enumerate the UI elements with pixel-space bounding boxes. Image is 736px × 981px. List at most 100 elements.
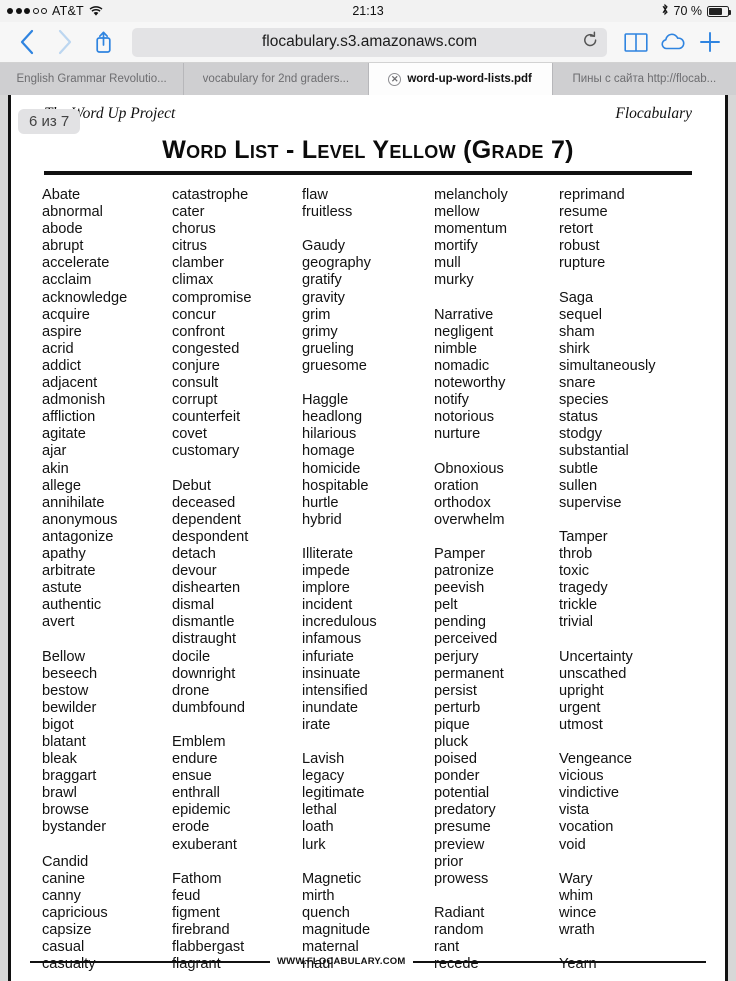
tab-0[interactable]: English Grammar Revolutio...	[0, 63, 185, 95]
word-item: subtle	[559, 460, 598, 477]
word-item: corrupt	[172, 392, 218, 409]
word-item: grueling	[302, 340, 354, 357]
word-item: Lavish	[302, 751, 345, 768]
word-item: prowess	[434, 870, 489, 887]
word-group-spacer	[172, 854, 302, 871]
word-item: compromise	[172, 289, 252, 306]
tab-1[interactable]: vocabulary for 2nd graders...	[184, 63, 369, 95]
word-item: agitate	[42, 426, 86, 443]
word-item: affliction	[42, 409, 96, 426]
tab-3[interactable]: Пины с сайта http://flocab...	[552, 63, 736, 95]
word-item: antagonize	[42, 528, 114, 545]
word-item: abnormal	[42, 204, 103, 221]
word-item: downright	[172, 665, 236, 682]
word-item: firebrand	[172, 922, 230, 939]
word-group-spacer	[559, 631, 689, 648]
document-header: The Word Up Project Flocabulary	[30, 105, 706, 123]
word-item: insinuate	[302, 665, 361, 682]
word-group-spacer	[302, 529, 434, 546]
word-item: headlong	[302, 409, 363, 426]
word-item: fruitless	[302, 204, 353, 221]
word-item: gravity	[302, 289, 345, 306]
word-item: nimble	[434, 340, 477, 357]
word-item: despondent	[172, 528, 249, 545]
word-item: supervise	[559, 494, 622, 511]
word-item: negligent	[434, 323, 494, 340]
word-item: Wary	[559, 870, 593, 887]
browser-toolbar: flocabulary.s3.amazonaws.com	[0, 22, 736, 63]
tab-2-active[interactable]: ✕ word-up-word-lists.pdf	[368, 63, 553, 95]
word-item: Saga	[559, 289, 594, 306]
word-item: geography	[302, 255, 371, 272]
word-item: pending	[434, 614, 486, 631]
word-item: bigot	[42, 716, 74, 733]
word-item: legacy	[302, 768, 345, 785]
word-item: incident	[302, 597, 353, 614]
word-item: annihilate	[42, 494, 105, 511]
word-group-spacer	[559, 512, 689, 529]
word-item: species	[559, 392, 609, 409]
battery-icon	[707, 5, 731, 17]
word-item: covet	[172, 426, 207, 443]
word-item: Uncertainty	[559, 648, 633, 665]
word-item: murky	[434, 272, 474, 289]
word-item: hurtle	[302, 494, 339, 511]
icloud-tabs-button[interactable]	[656, 25, 689, 59]
word-item: detach	[172, 545, 216, 562]
word-item: brawl	[42, 785, 77, 802]
word-column-3: flaw fruitless Gaudy geography gratify gravit…	[302, 187, 434, 973]
word-item: acknowledge	[42, 289, 128, 306]
word-item: infuriate	[302, 648, 354, 665]
word-item: feud	[172, 887, 201, 904]
word-group-spacer	[559, 854, 689, 871]
word-item: Haggle	[302, 392, 349, 409]
word-item: Candid	[42, 853, 89, 870]
word-group-spacer	[42, 837, 172, 854]
word-item: momentum	[434, 221, 507, 238]
word-item: wrath	[559, 922, 595, 939]
pdf-viewer[interactable]: 6 из 7 The Word Up Project Flocabulary W…	[0, 95, 736, 981]
close-circle-icon[interactable]: ✕	[388, 72, 402, 86]
word-item: preview	[434, 836, 485, 853]
word-item: Tamper	[559, 528, 608, 545]
word-item: distraught	[172, 631, 237, 648]
word-item: gruesome	[302, 357, 367, 374]
new-tab-button[interactable]	[693, 25, 726, 59]
word-item: retort	[559, 221, 594, 238]
word-item: customary	[172, 443, 240, 460]
word-item: simultaneously	[559, 357, 656, 374]
word-group-spacer	[434, 443, 559, 460]
word-item: intensified	[302, 682, 368, 699]
word-item: whim	[559, 887, 594, 904]
word-item: grim	[302, 306, 331, 323]
address-bar[interactable]: flocabulary.s3.amazonaws.com	[132, 27, 607, 57]
word-group-spacer	[172, 461, 302, 478]
word-item: canny	[42, 887, 81, 904]
word-item: climax	[172, 272, 214, 289]
word-item: incredulous	[302, 614, 377, 631]
word-item: Gaudy	[302, 238, 345, 255]
back-button[interactable]	[10, 25, 44, 59]
reload-icon[interactable]	[583, 31, 598, 53]
bookmarks-button[interactable]	[619, 25, 652, 59]
share-icon[interactable]	[86, 25, 120, 59]
word-item: magnitude	[302, 922, 371, 939]
word-item: flabbergast	[172, 939, 245, 956]
battery-percent-label: 70 %	[673, 4, 703, 18]
word-item: avert	[42, 614, 75, 631]
word-item: implore	[302, 580, 350, 597]
word-item: hybrid	[302, 511, 342, 528]
word-item: sullen	[559, 477, 598, 494]
word-item: noteworthy	[434, 375, 506, 392]
word-item: legitimate	[302, 785, 365, 802]
carrier-label: AT&T	[52, 4, 84, 18]
word-item: devour	[172, 563, 217, 580]
word-item: trickle	[559, 597, 598, 614]
word-item: exuberant	[172, 836, 237, 853]
word-item: Abate	[42, 187, 81, 203]
forward-button[interactable]	[48, 25, 82, 59]
footer-rule-left	[30, 960, 270, 963]
word-item: grimy	[302, 323, 338, 340]
word-item: hilarious	[302, 426, 357, 443]
word-item: vocation	[559, 819, 614, 836]
